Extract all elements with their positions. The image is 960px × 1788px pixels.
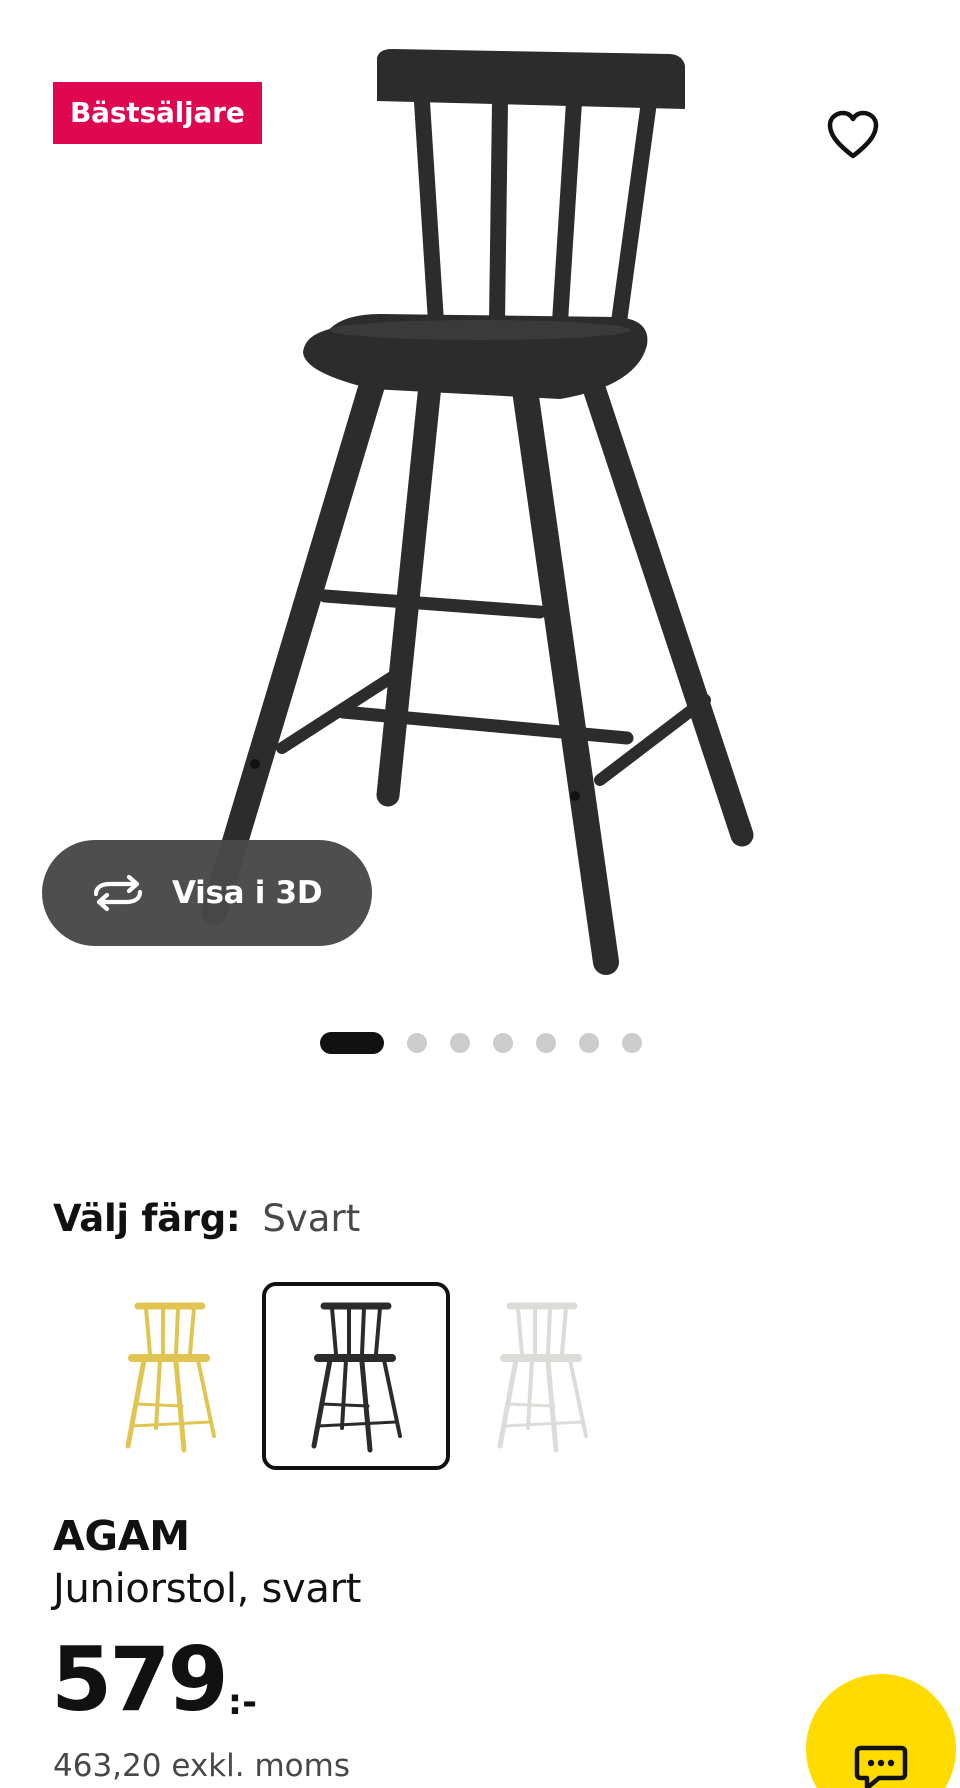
carousel-dot-3[interactable]: [450, 1033, 470, 1053]
carousel-dot-4[interactable]: [493, 1033, 513, 1053]
black-chair-thumbnail: [311, 1302, 402, 1453]
carousel-dot-6[interactable]: [579, 1033, 599, 1053]
product-price: 579 :-: [51, 1630, 257, 1730]
color-swatch-yellow[interactable]: [76, 1282, 264, 1470]
color-selector-label: Välj färg:: [53, 1197, 241, 1240]
favorite-button[interactable]: [818, 106, 888, 164]
bestseller-badge: Bästsäljare: [53, 82, 262, 144]
chat-button[interactable]: [806, 1674, 956, 1788]
bestseller-badge-label: Bästsäljare: [70, 96, 245, 129]
heart-outline-icon: [827, 110, 879, 159]
color-swatch-black[interactable]: [262, 1282, 450, 1470]
carousel-pagination: [320, 1032, 665, 1054]
yellow-chair-thumbnail: [125, 1302, 216, 1453]
price-integer: 579: [51, 1628, 229, 1731]
color-swatches: [76, 1282, 696, 1470]
carousel-dot-7[interactable]: [622, 1033, 642, 1053]
chat-bubble-icon: [854, 1745, 908, 1788]
color-swatch-white[interactable]: [448, 1282, 636, 1470]
color-selector-label-row: Välj färg: Svart: [53, 1197, 360, 1240]
carousel-dot-1[interactable]: [320, 1032, 384, 1054]
product-description: Juniorstol, svart: [53, 1566, 362, 1612]
carousel-dot-5[interactable]: [536, 1033, 556, 1053]
product-page: Bästsäljare Visa i 3D Välj färg: Svart A…: [0, 0, 960, 1788]
white-chair-thumbnail: [497, 1302, 588, 1453]
price-excl-vat: 463,20 exkl. moms: [53, 1748, 350, 1784]
product-name: AGAM: [53, 1512, 190, 1560]
rotate-3d-icon: [93, 874, 143, 912]
carousel-dot-2[interactable]: [407, 1033, 427, 1053]
price-suffix: :-: [227, 1682, 258, 1723]
view-in-3d-label: Visa i 3D: [172, 875, 323, 911]
view-in-3d-button[interactable]: Visa i 3D: [42, 840, 372, 946]
selected-color-value: Svart: [262, 1197, 361, 1240]
product-image-gallery[interactable]: Bästsäljare Visa i 3D: [0, 0, 960, 1054]
